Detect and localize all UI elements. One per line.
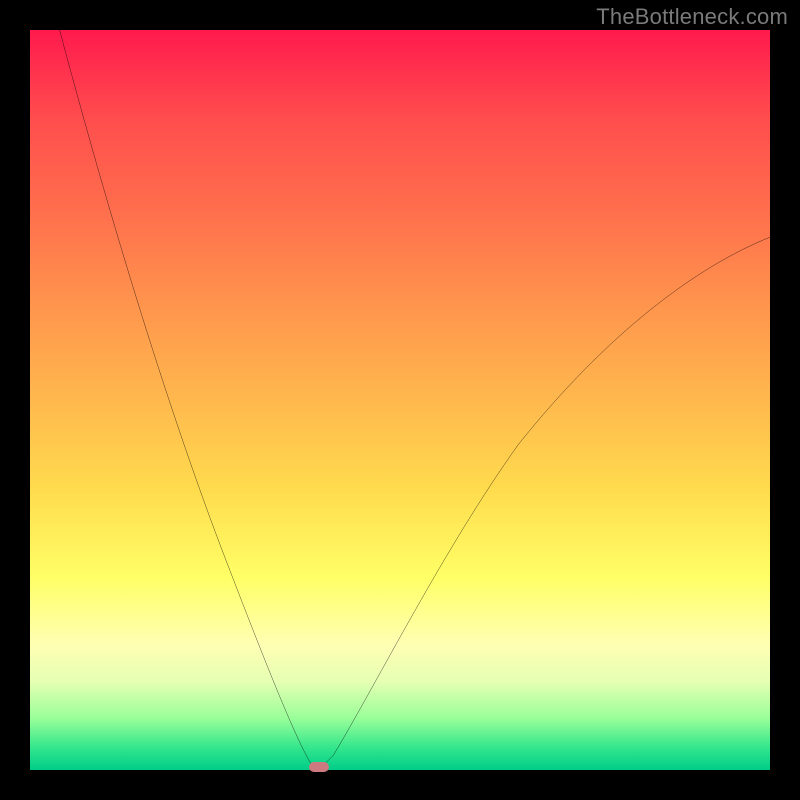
plot-area — [30, 30, 770, 770]
curve-right-branch — [319, 237, 770, 770]
optimal-point-marker — [309, 762, 329, 772]
bottleneck-curve — [30, 30, 770, 770]
chart-frame: TheBottleneck.com — [0, 0, 800, 800]
curve-left-branch — [60, 30, 319, 770]
watermark-text: TheBottleneck.com — [596, 4, 788, 30]
